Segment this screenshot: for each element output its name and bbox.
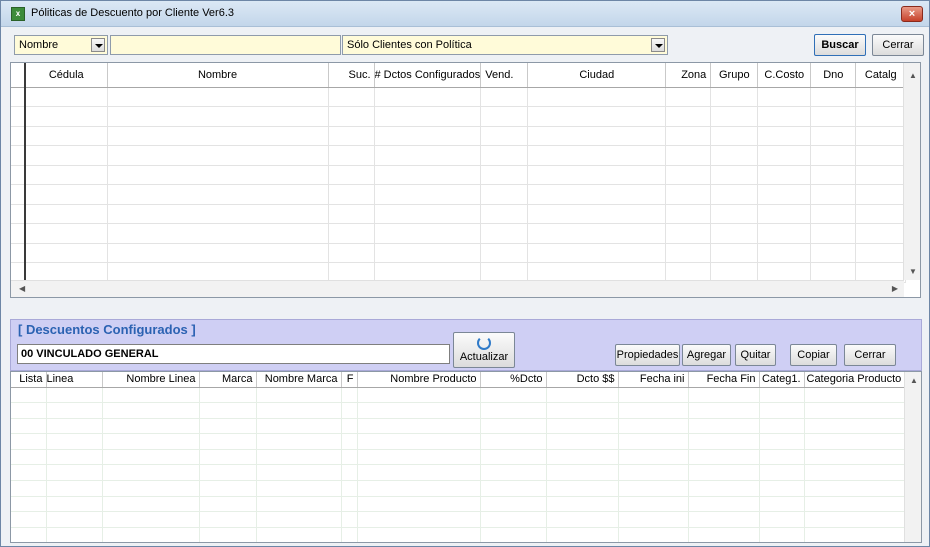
table-row[interactable] xyxy=(11,145,907,166)
table-row[interactable] xyxy=(11,184,907,205)
discounts-vertical-scrollbar[interactable]: ▲ xyxy=(904,372,921,542)
table-row[interactable] xyxy=(11,402,907,419)
col-catalg[interactable]: Catalg xyxy=(855,63,907,88)
window-title: Póliticas de Descuento por Cliente Ver6.… xyxy=(31,7,235,19)
scroll-up-icon[interactable]: ▲ xyxy=(909,71,917,80)
client-scope-select[interactable]: Sólo Clientes con Política xyxy=(342,35,668,55)
col-dctos-configurados[interactable]: # Dctos Configurados xyxy=(374,63,482,88)
discount-profile-field[interactable]: 00 VINCULADO GENERAL xyxy=(17,344,450,364)
row-header-corner xyxy=(11,63,26,88)
col-fecha-fin[interactable]: Fecha Fin xyxy=(688,372,760,388)
table-row[interactable] xyxy=(11,418,907,435)
add-button[interactable]: Agregar xyxy=(682,344,731,366)
col-nombre[interactable]: Nombre xyxy=(107,63,329,88)
table-row[interactable] xyxy=(11,126,907,146)
chevron-down-icon[interactable] xyxy=(651,38,665,52)
col-vend[interactable]: Vend. xyxy=(480,63,529,88)
discounts-grid[interactable]: Lista Linea Nombre Linea Marca Nombre Ma… xyxy=(10,371,922,543)
col-zona[interactable]: Zona xyxy=(665,63,712,88)
col-nombre-linea[interactable]: Nombre Linea xyxy=(102,372,200,388)
refresh-icon xyxy=(477,336,491,350)
table-row[interactable] xyxy=(11,87,907,107)
close-button[interactable]: Cerrar xyxy=(872,34,924,56)
discounts-close-button[interactable]: Cerrar xyxy=(844,344,896,366)
col-categoria-producto[interactable]: Categoria Producto xyxy=(804,372,907,388)
copy-button[interactable]: Copiar xyxy=(790,344,837,366)
scroll-down-icon[interactable]: ▼ xyxy=(909,267,917,276)
clients-header-row: Cédula Nombre Suc. # Dctos Configurados … xyxy=(11,63,907,88)
col-ciudad[interactable]: Ciudad xyxy=(527,63,667,88)
scroll-left-icon[interactable]: ◀ xyxy=(19,284,25,293)
window-close-button[interactable]: × xyxy=(901,6,923,22)
refresh-button[interactable]: Actualizar xyxy=(453,332,515,368)
discounts-table: Lista Linea Nombre Linea Marca Nombre Ma… xyxy=(11,372,907,542)
table-row[interactable] xyxy=(11,433,907,450)
table-row[interactable] xyxy=(11,527,907,542)
scroll-right-icon[interactable]: ▶ xyxy=(892,284,898,293)
col-nombre-marca[interactable]: Nombre Marca xyxy=(256,372,342,388)
spreadsheet-app-icon: x xyxy=(11,7,25,21)
search-input[interactable] xyxy=(110,35,341,55)
search-field-select[interactable]: Nombre xyxy=(14,35,108,55)
col-f[interactable]: F xyxy=(341,372,358,388)
col-categ1[interactable]: Categ1. xyxy=(759,372,805,388)
clients-grid[interactable]: Cédula Nombre Suc. # Dctos Configurados … xyxy=(10,62,921,298)
table-row[interactable] xyxy=(11,449,907,466)
table-row[interactable] xyxy=(11,165,907,185)
col-suc[interactable]: Suc. xyxy=(328,63,375,88)
remove-button[interactable]: Quitar xyxy=(735,344,776,366)
table-row[interactable] xyxy=(11,464,907,482)
table-row[interactable] xyxy=(11,480,907,497)
title-bar: x Póliticas de Descuento por Cliente Ver… xyxy=(1,1,929,27)
col-marca[interactable]: Marca xyxy=(199,372,257,388)
discounts-panel: [ Descuentos Configurados ] 00 VINCULADO… xyxy=(10,319,922,371)
clients-horizontal-scrollbar[interactable]: ◀ ▶ xyxy=(11,280,904,297)
table-row[interactable] xyxy=(11,204,907,224)
properties-button[interactable]: Propiedades xyxy=(615,344,680,366)
col-lista[interactable]: Lista xyxy=(11,372,47,388)
col-grupo[interactable]: Grupo xyxy=(710,63,759,88)
clients-table: Cédula Nombre Suc. # Dctos Configurados … xyxy=(11,63,907,283)
table-row[interactable] xyxy=(11,511,907,528)
clients-vertical-scrollbar[interactable]: ▲ ▼ xyxy=(903,63,920,280)
table-row[interactable] xyxy=(11,496,907,513)
col-dno[interactable]: Dno xyxy=(810,63,857,88)
col-linea[interactable]: Linea xyxy=(46,372,103,388)
col-pct-dcto[interactable]: %Dcto xyxy=(480,372,547,388)
discounts-panel-title: [ Descuentos Configurados ] xyxy=(18,322,196,337)
col-fecha-ini[interactable]: Fecha ini xyxy=(618,372,689,388)
scroll-up-icon[interactable]: ▲ xyxy=(910,376,918,385)
col-dcto-pesos[interactable]: Dcto $$ xyxy=(546,372,619,388)
chevron-down-icon[interactable] xyxy=(91,38,105,52)
col-ccosto[interactable]: C.Costo xyxy=(757,63,812,88)
table-row[interactable] xyxy=(11,223,907,244)
col-nombre-producto[interactable]: Nombre Producto xyxy=(357,372,481,388)
table-row[interactable] xyxy=(11,387,907,404)
search-button[interactable]: Buscar xyxy=(814,34,866,56)
app-window: x Póliticas de Descuento por Cliente Ver… xyxy=(0,0,930,547)
col-cedula[interactable]: Cédula xyxy=(25,63,108,88)
table-row[interactable] xyxy=(11,106,907,127)
table-row[interactable] xyxy=(11,243,907,263)
discounts-header-row: Lista Linea Nombre Linea Marca Nombre Ma… xyxy=(11,372,907,388)
